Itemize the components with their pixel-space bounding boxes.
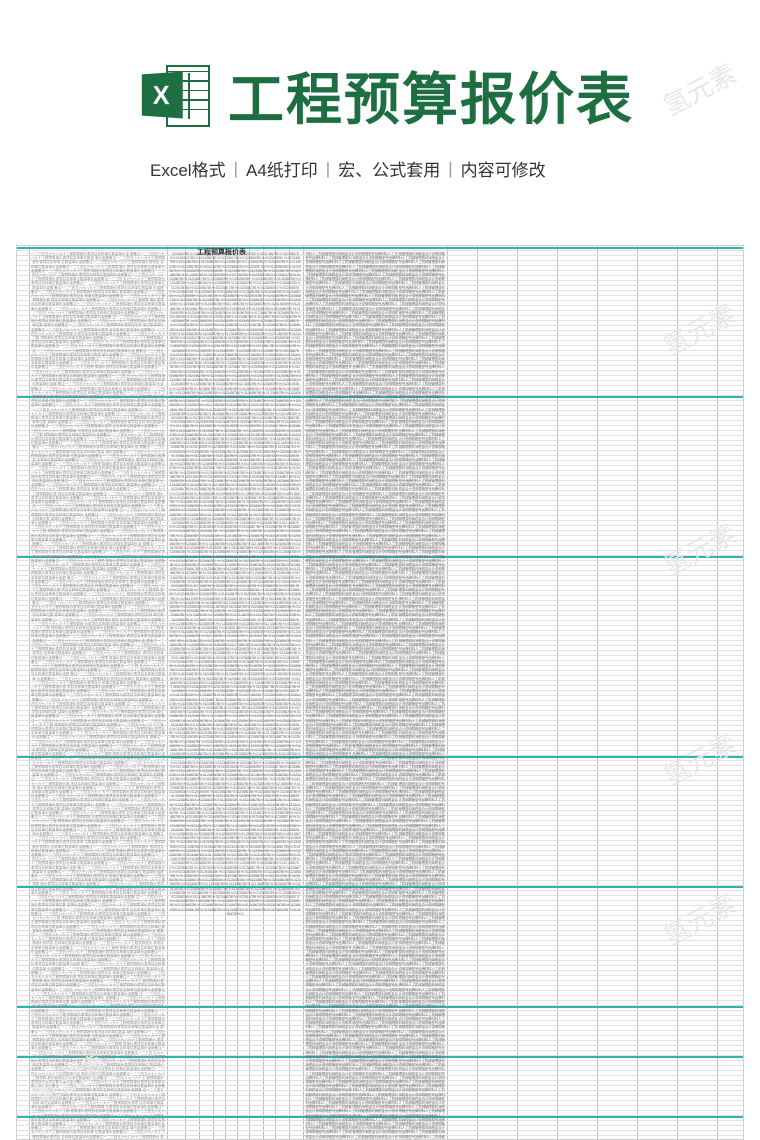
feature-item: Excel格式 [150, 156, 226, 181]
column-content-a: 一二三四五六七八九十工程预算报价表项目名称单位数量单价金 额备注一二三四五六七八… [31, 252, 165, 1139]
separator: | [448, 159, 452, 179]
feature-item: A4纸打印 [246, 156, 318, 181]
sheet-body: 一二三四五六七八九十工程预算报价表项目名称单位数量单价金 额备注一二三四五六七八… [17, 246, 743, 1139]
feature-item: 内容可修改 [461, 156, 546, 181]
spreadsheet-preview: 一二三四五六七八九十工程预算报价表项目名称单位数量单价金 额备注一二三四五六七八… [16, 245, 744, 1140]
feature-item: 宏、公式套用 [338, 156, 440, 181]
separator: | [234, 159, 238, 179]
column-content-b: 材料人工机械管理费利润税金合计说明规格型号品牌材料人工机 械管理费利润税金合计说… [305, 252, 445, 1139]
separator: | [326, 159, 330, 179]
excel-icon-letter: X [142, 71, 183, 118]
features-line: Excel格式 | A4纸打印 | 宏、公式套用 | 内容可修改 [0, 156, 760, 211]
header: X 工程预算报价表 [0, 0, 760, 156]
excel-icon: X [140, 61, 210, 131]
column-content-mid: 0123456789.% 0123456789.% 01 23456789.% … [169, 252, 301, 1139]
sheet-title: 工程预算报价表 [197, 250, 246, 255]
page-title: 工程预算报价表 [228, 55, 634, 136]
